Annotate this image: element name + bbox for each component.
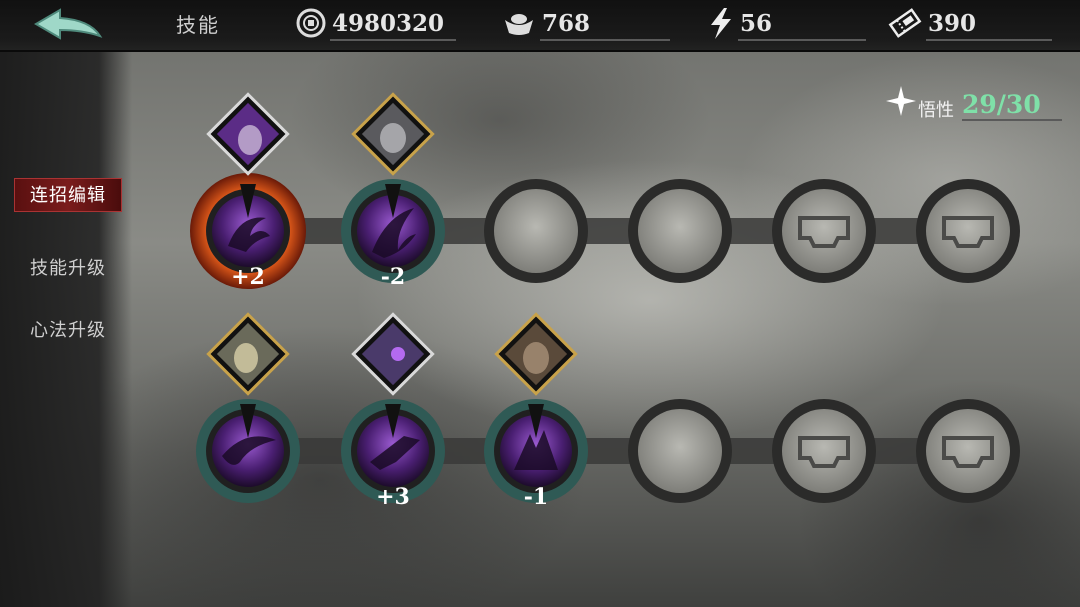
- row-1-slot-6[interactable]: [916, 179, 1020, 283]
- row-2-slot-4[interactable]: [628, 399, 732, 503]
- row-2-slot-2-modifier: +3: [376, 484, 410, 510]
- combo-board: +2 -2 +3 -1: [190, 92, 1020, 510]
- row-2-slot-3-modifier: -1: [524, 484, 548, 510]
- row-1-slot-4[interactable]: [628, 179, 732, 283]
- row-1-slot-2-modifier: -2: [381, 264, 405, 290]
- row-1-slot-5[interactable]: [772, 179, 876, 283]
- row-2-slot-6[interactable]: [916, 399, 1020, 503]
- row-1-slot-3[interactable]: [484, 179, 588, 283]
- row-1-slot-1-modifier: +2: [231, 264, 265, 290]
- row-2-slot-5[interactable]: [772, 399, 876, 503]
